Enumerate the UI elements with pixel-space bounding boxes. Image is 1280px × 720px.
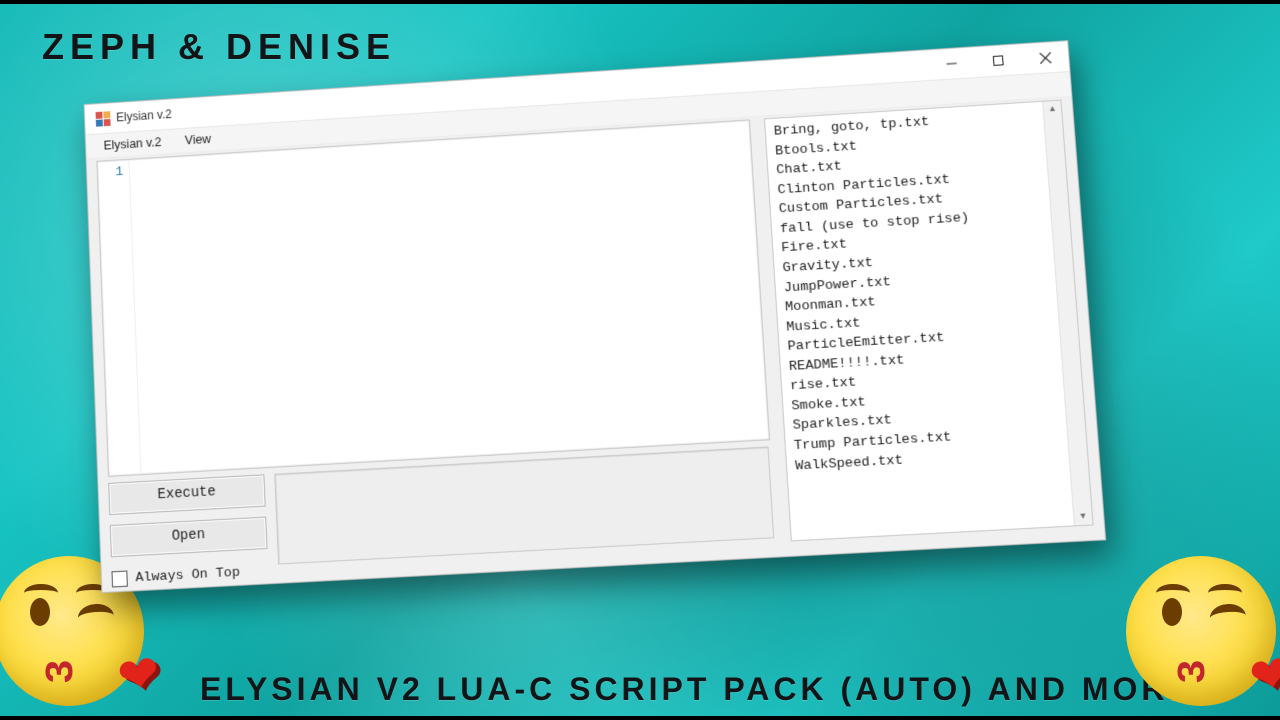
menu-elysian[interactable]: Elysian v.2 xyxy=(92,133,174,156)
letterbox-bottom xyxy=(0,716,1280,720)
execute-button[interactable]: Execute xyxy=(108,474,265,515)
minimize-button[interactable] xyxy=(927,47,976,80)
app-icon xyxy=(95,110,111,127)
code-editor[interactable]: 1 xyxy=(96,119,770,477)
letterbox-top xyxy=(0,0,1280,4)
open-button[interactable]: Open xyxy=(110,517,268,558)
menu-view[interactable]: View xyxy=(173,129,223,150)
maximize-button[interactable] xyxy=(974,44,1023,77)
script-file-list[interactable]: Bring, goto, tp.txtBtools.txtChat.txtCli… xyxy=(764,100,1094,542)
always-on-top-label: Always On Top xyxy=(135,565,240,586)
overlay-title-top: ZEPH & DENISE xyxy=(42,26,396,68)
always-on-top-checkbox[interactable] xyxy=(111,571,127,588)
output-console[interactable] xyxy=(274,446,774,564)
app-window: Elysian v.2 Elysian v.2 View 1 xyxy=(84,40,1107,593)
scroll-up-icon[interactable]: ▴ xyxy=(1049,101,1055,117)
overlay-title-bottom: ELYSIAN V2 LUA-C SCRIPT PACK (AUTO) AND … xyxy=(200,671,1208,708)
heart-icon: ❤ xyxy=(1245,643,1280,707)
editor-textarea[interactable] xyxy=(129,120,769,474)
scroll-down-icon[interactable]: ▾ xyxy=(1080,508,1086,525)
kiss-emoji-right: 3 ❤ xyxy=(1126,556,1280,716)
close-button[interactable] xyxy=(1020,41,1069,74)
